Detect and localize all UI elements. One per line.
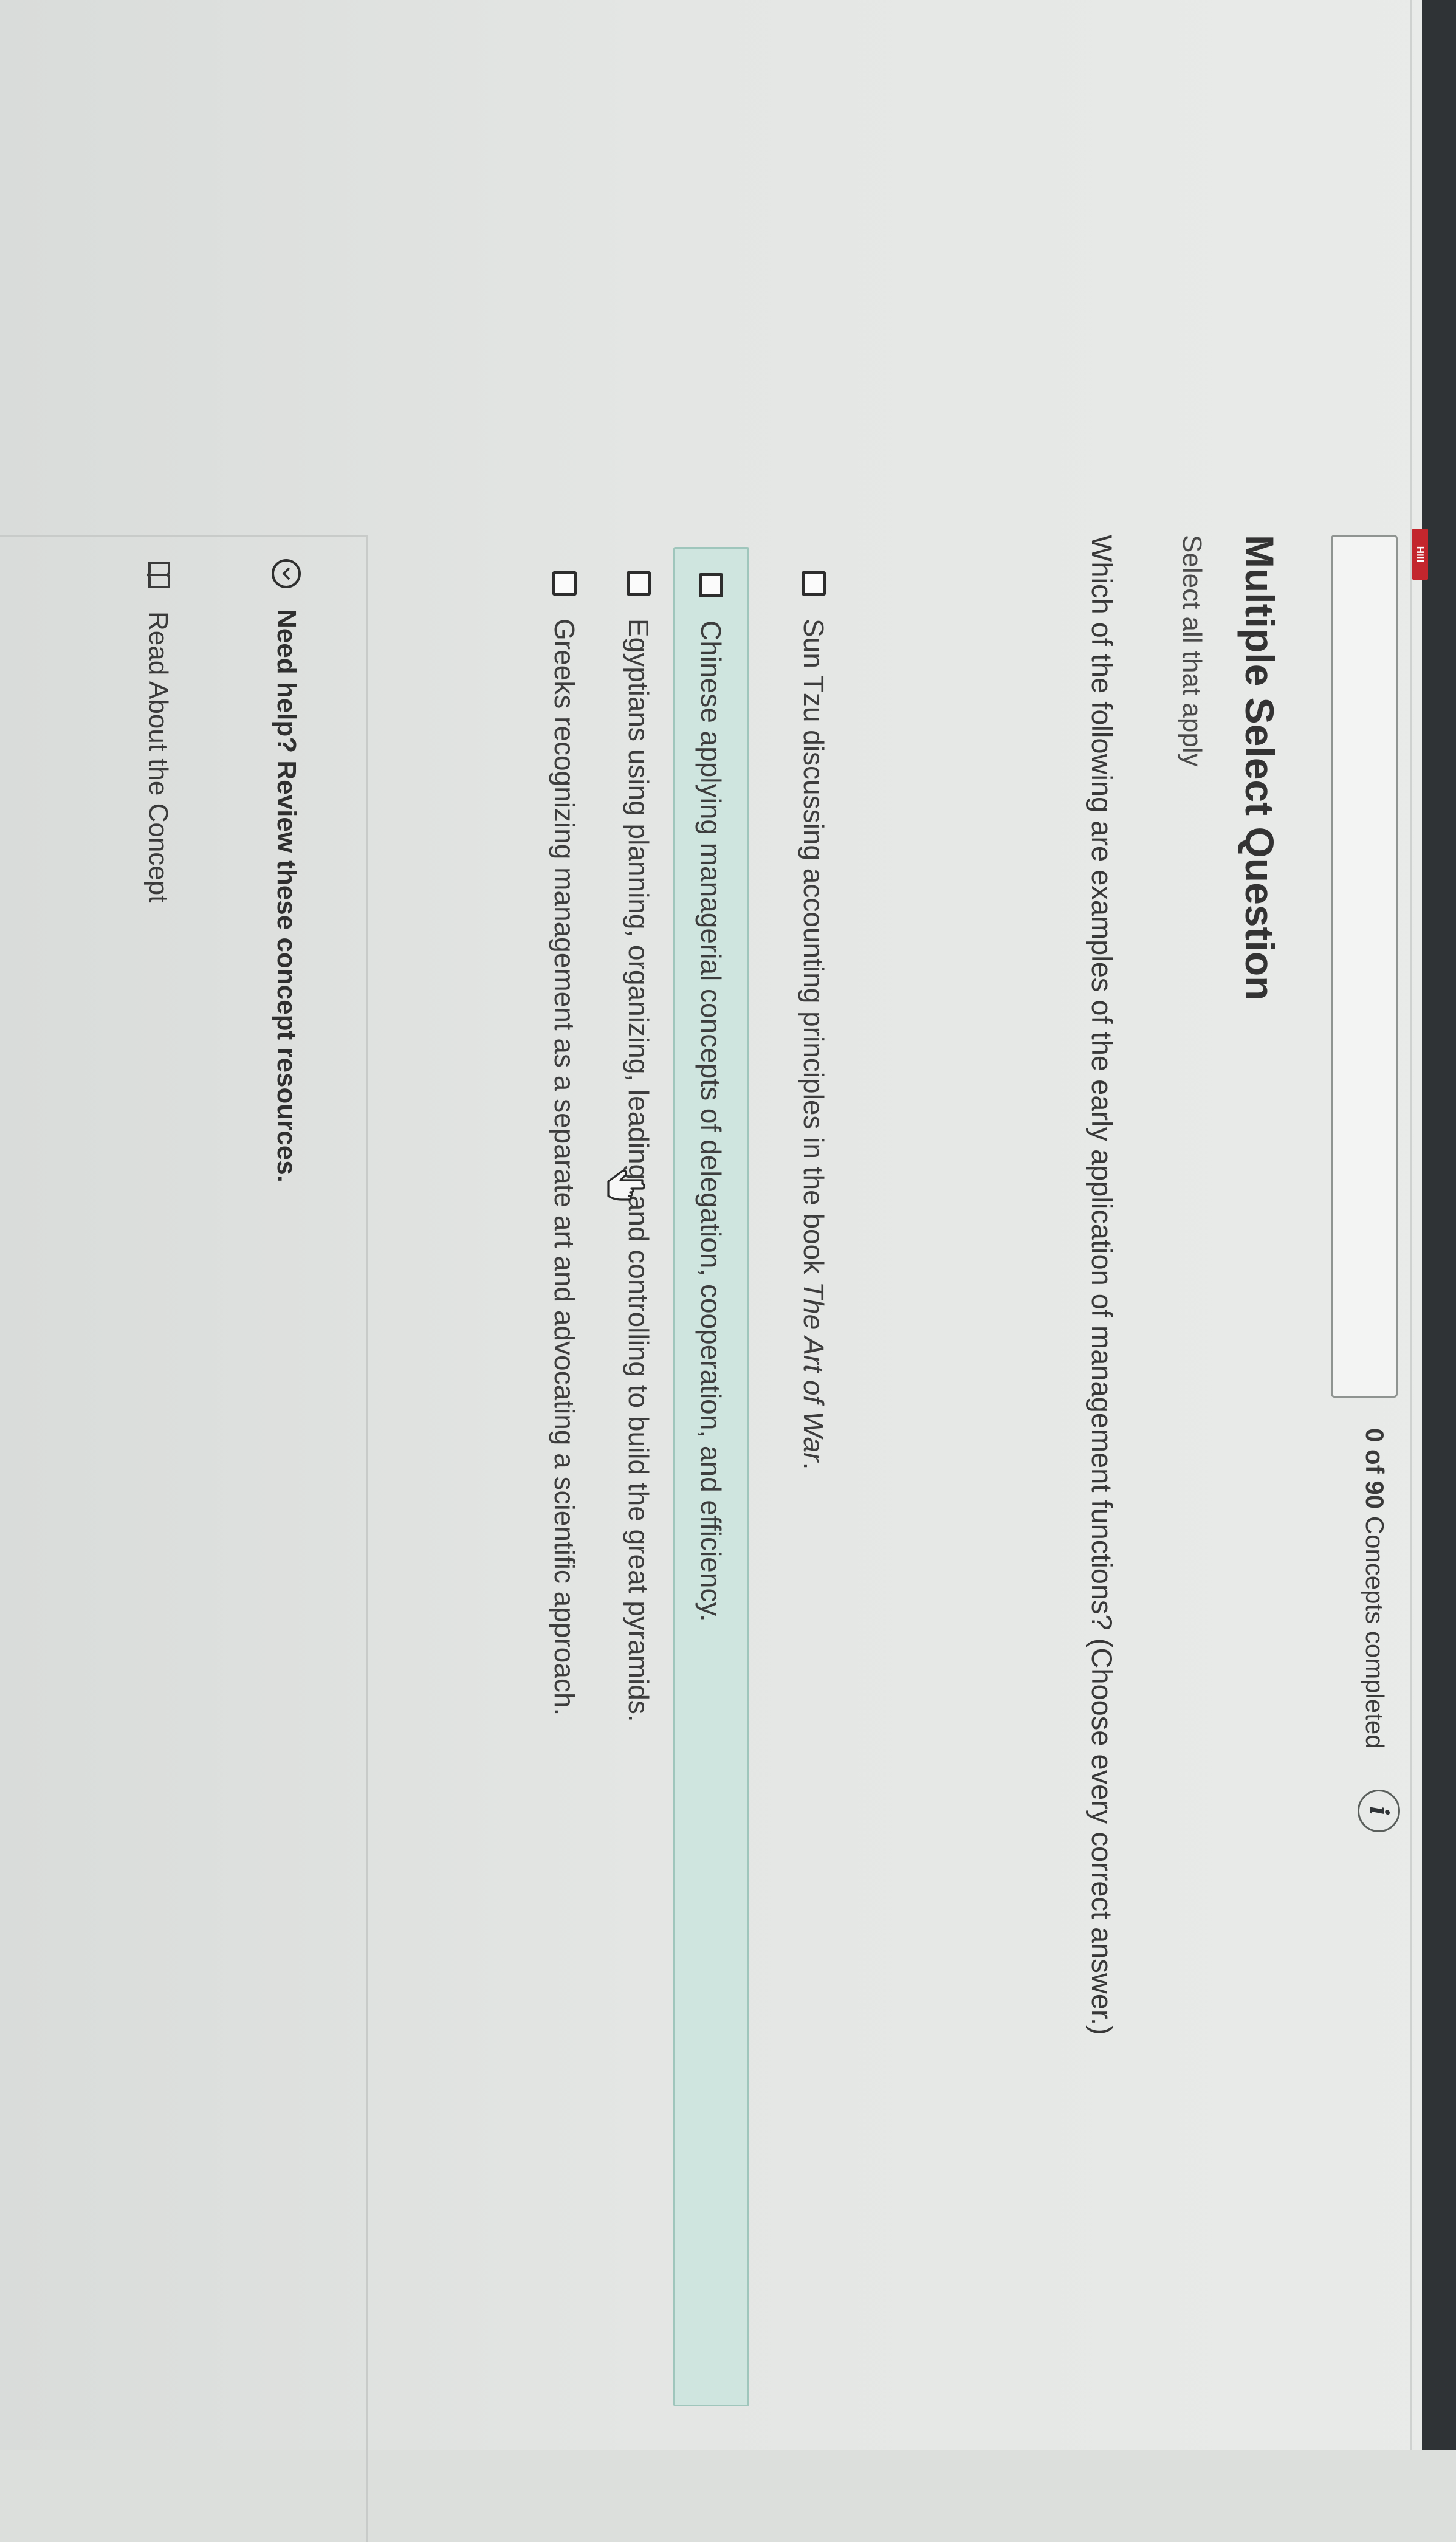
screen: Hill 0 of 90 Concepts completed i Multip… [0,0,1456,2542]
book-title: The Art of War [798,1282,829,1462]
option-label: Greeks recognizing management as a separ… [549,619,580,1716]
divider [1410,0,1412,2450]
instruction-text: Select all that apply [1177,535,1207,767]
progress-bar [1331,535,1398,1398]
chevron-down-icon [272,559,301,588]
progress-count: 0 of 90 [1361,1428,1389,1510]
checkbox[interactable] [627,571,651,596]
help-toggle-label: Need help? Review these concept resource… [272,609,301,1183]
progress-label: Concepts completed [1361,1516,1389,1749]
question-type-title: Multiple Select Question [1237,535,1282,1001]
answer-option[interactable]: Sun Tzu discussing accounting principles… [797,571,830,1469]
checkbox[interactable] [552,571,577,596]
hand-cursor-icon [607,1170,645,1201]
book-icon [146,562,170,588]
answer-option[interactable]: Greeks recognizing management as a separ… [548,571,581,1716]
help-panel [0,535,368,2542]
progress-status: 0 of 90 Concepts completed [1360,1428,1389,1749]
answer-option[interactable]: Egyptians using planning, organizing, le… [622,571,655,1722]
top-bar [1422,0,1456,2450]
info-icon[interactable]: i [1358,1790,1400,1832]
brand-logo: Hill [1412,529,1428,580]
checkbox[interactable] [802,571,826,596]
checkbox[interactable] [699,573,724,597]
question-prompt: Which of the following are examples of t… [1086,535,1118,2035]
answer-option[interactable]: Chinese applying managerial concepts of … [673,547,749,2406]
resource-link[interactable]: Read About the Concept [142,559,174,902]
option-label: Chinese applying managerial concepts of … [695,620,727,1622]
resource-link-label: Read About the Concept [143,611,173,903]
option-label: Sun Tzu discussing accounting principles… [798,619,829,1470]
help-toggle[interactable]: Need help? Review these concept resource… [271,559,301,1183]
